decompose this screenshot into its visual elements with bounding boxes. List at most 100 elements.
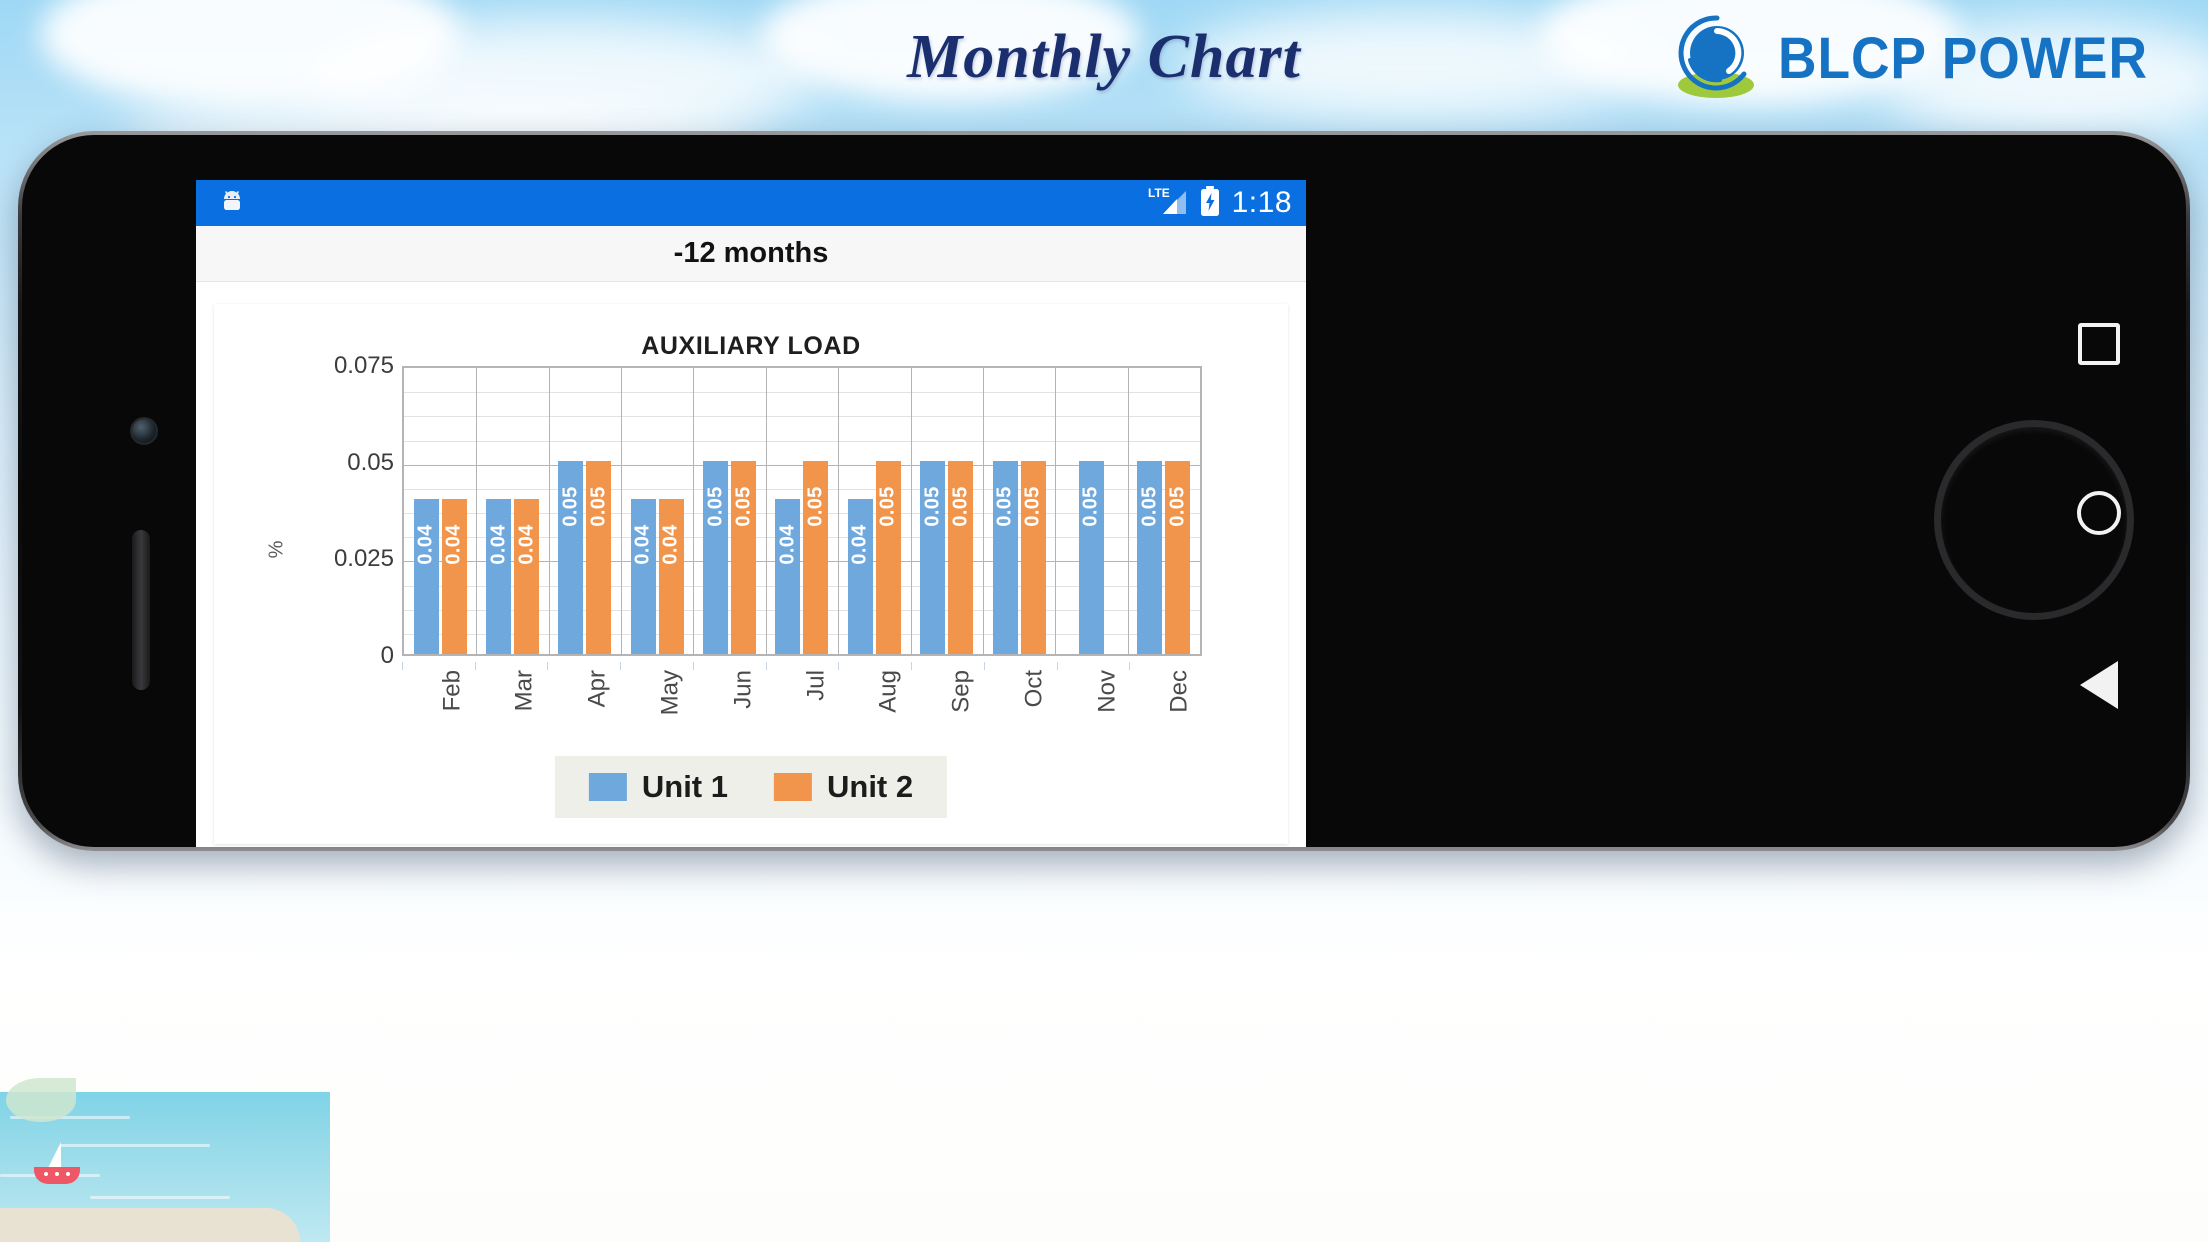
page-background: Monthly Chart BLCP POWER LTE 1:18 -12 mo… — [0, 0, 2208, 1242]
foliage-decoration — [6, 1078, 76, 1122]
beach-decoration — [0, 1208, 300, 1242]
back-button-icon[interactable] — [2080, 661, 2118, 709]
bar-group: 0.04 0.04 — [621, 368, 693, 654]
x-axis-tick-mark — [547, 662, 549, 670]
android-icon — [218, 187, 246, 220]
bar-unit-2[interactable]: 0.05 — [1020, 460, 1046, 654]
x-axis-tick-mark — [620, 662, 622, 670]
y-axis-tick-label: 0.025 — [333, 545, 394, 573]
bar-value-label: 0.04 — [631, 524, 654, 565]
bar-value-label: 0.05 — [993, 486, 1016, 527]
x-axis-tick-label: Dec — [1165, 670, 1193, 713]
x-axis-tick: Jul — [765, 662, 839, 742]
bar-group: 0.05 0.05 — [693, 368, 765, 654]
battery-charging-icon — [1199, 185, 1221, 222]
x-axis-tick-label: May — [656, 670, 684, 716]
x-axis-tick-label: Mar — [511, 670, 539, 712]
earpiece-speaker — [132, 530, 150, 690]
recents-button-icon[interactable] — [2078, 323, 2120, 365]
bar-unit-1[interactable]: 0.04 — [630, 499, 656, 654]
bar-group: 0.05 0.05 — [1128, 368, 1200, 654]
brand-logo: BLCP POWER — [1672, 12, 2180, 104]
bar-unit-1[interactable]: 0.05 — [920, 460, 946, 654]
bar-unit-1[interactable]: 0.05 — [703, 460, 729, 654]
x-axis-tick: Jun — [692, 662, 766, 742]
x-axis-tick: Feb — [402, 662, 475, 742]
bar-group: 0.05 0.05 — [911, 368, 983, 654]
bar-unit-2[interactable]: 0.05 — [803, 460, 829, 654]
x-axis-tick-label: Aug — [874, 670, 902, 713]
sailboat-icon — [34, 1167, 80, 1184]
y-axis-tick-label: 0.05 — [347, 448, 394, 476]
legend-item-unit-2[interactable]: Unit 2 — [774, 769, 913, 805]
bar-unit-1[interactable]: 0.05 — [558, 460, 584, 654]
bar-value-label: 0.05 — [921, 486, 944, 527]
sailboat-icon — [48, 1142, 61, 1168]
x-axis-tick-label: Feb — [438, 670, 466, 712]
bar-unit-1[interactable]: 0.04 — [847, 499, 873, 654]
x-axis-tick-mark — [911, 662, 913, 670]
x-axis-tick-mark — [402, 662, 403, 670]
x-axis-tick-label: Apr — [583, 670, 611, 708]
bar-unit-2[interactable]: 0.05 — [875, 460, 901, 654]
home-button-icon[interactable] — [2077, 491, 2121, 535]
x-axis-tick-mark — [1056, 662, 1058, 670]
bar-value-label: 0.05 — [587, 486, 610, 527]
bar-group: 0.04 0.04 — [476, 368, 548, 654]
bar-value-label: 0.04 — [487, 524, 510, 565]
bar-unit-1[interactable]: 0.04 — [486, 499, 512, 654]
chart-card: AUXILIARY LOAD % 0.075 0.05 0.025 0 0.04 0.0… — [214, 304, 1288, 844]
status-bar: LTE 1:18 — [196, 180, 1306, 226]
bar-unit-2[interactable]: 0.05 — [948, 460, 974, 654]
x-axis-tick-label: Jun — [729, 670, 757, 709]
bar-unit-1[interactable]: 0.05 — [1137, 460, 1163, 654]
bar-value-label: 0.05 — [704, 486, 727, 527]
x-axis-tick: May — [620, 662, 693, 742]
legend-label: Unit 2 — [827, 769, 914, 804]
x-axis-tick-label: Nov — [1092, 670, 1120, 713]
bar-unit-1[interactable]: 0.04 — [775, 499, 801, 654]
x-axis-tick-mark — [692, 662, 694, 670]
app-bar-title: -12 months — [673, 237, 829, 269]
y-axis-tick-label: 0.075 — [333, 352, 394, 379]
bar-value-label: 0.05 — [732, 486, 755, 527]
chart-plot-area: % 0.075 0.05 0.025 0 0.04 0.04 0.04 0.04 0.05 0.… — [214, 352, 1288, 715]
bar-unit-1[interactable]: 0.05 — [1078, 460, 1104, 654]
bar-series-container: 0.04 0.04 0.04 0.04 0.05 0.05 0.04 0.04 0.05 0.05… — [404, 368, 1200, 654]
bar-value-label: 0.05 — [876, 486, 899, 527]
x-axis-tick-mark — [838, 662, 840, 670]
x-axis-tick: Apr — [547, 662, 620, 742]
bar-unit-1[interactable]: 0.04 — [413, 499, 439, 654]
phone-bezel: LTE 1:18 -12 months AUXILIARY LOAD % 0.0… — [22, 135, 2186, 847]
legend-item-unit-1[interactable]: Unit 1 — [588, 769, 728, 805]
bar-group: 0.05 — [1055, 368, 1127, 654]
bar-value-label: 0.05 — [1138, 486, 1161, 527]
bar-value-label: 0.05 — [1021, 486, 1044, 527]
bar-group: 0.05 0.05 — [549, 368, 621, 654]
bar-group: 0.04 0.05 — [838, 368, 910, 654]
status-clock: 1:18 — [1231, 186, 1292, 219]
bar-value-label: 0.05 — [1079, 486, 1102, 527]
y-axis-tick-label: 0 — [380, 642, 394, 669]
x-axis-tick: Sep — [911, 662, 984, 742]
bar-value-label: 0.05 — [804, 486, 827, 527]
bar-value-label: 0.05 — [949, 486, 972, 527]
x-axis-tick-mark — [474, 662, 476, 670]
bar-unit-2[interactable]: 0.05 — [586, 460, 612, 654]
bar-unit-2[interactable]: 0.05 — [731, 460, 757, 654]
bar-unit-2[interactable]: 0.04 — [441, 499, 467, 654]
x-axis-tick: Mar — [474, 662, 548, 742]
x-axis-tick: Oct — [983, 662, 1057, 742]
bar-unit-2[interactable]: 0.05 — [1165, 460, 1191, 654]
bar-value-label: 0.04 — [414, 524, 437, 565]
bar-unit-2[interactable]: 0.04 — [514, 499, 540, 654]
legend-color-swatch — [588, 773, 627, 801]
bar-value-label: 0.05 — [559, 486, 582, 527]
x-axis-tick-label: Sep — [947, 670, 975, 713]
bar-unit-1[interactable]: 0.05 — [992, 460, 1018, 654]
chart-legend: Unit 1 Unit 2 — [554, 756, 948, 818]
bar-value-label: 0.04 — [848, 524, 871, 565]
x-axis-tick: Aug — [838, 662, 911, 742]
app-bar: -12 months — [196, 226, 1306, 282]
bar-unit-2[interactable]: 0.04 — [658, 499, 684, 654]
